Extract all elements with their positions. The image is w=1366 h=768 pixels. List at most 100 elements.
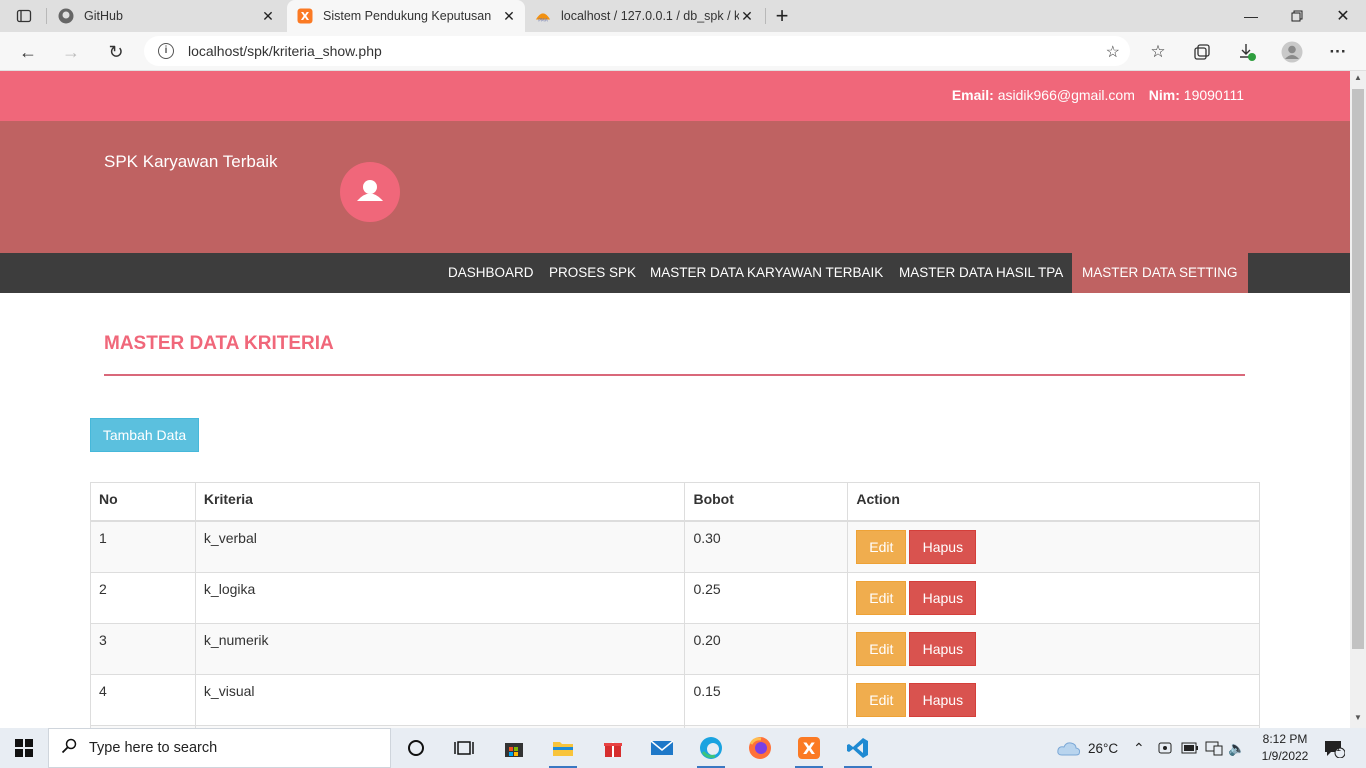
store-icon[interactable]: [490, 728, 538, 768]
forward-icon[interactable]: →: [58, 39, 84, 65]
cell-no: 1: [90, 520, 196, 573]
restore-button[interactable]: [1274, 0, 1320, 32]
tab-title: GitHub: [84, 9, 123, 23]
close-window-button[interactable]: ✕: [1320, 0, 1366, 32]
new-tab-button[interactable]: +: [759, 0, 805, 32]
favorites-icon[interactable]: ☆: [1145, 39, 1171, 65]
nav-dashboard[interactable]: DASHBOARD: [438, 253, 544, 293]
xampp-icon[interactable]: X: [785, 728, 833, 768]
tab-github[interactable]: GitHub ✕: [48, 0, 284, 32]
page-scrollbar[interactable]: ▲ ▼: [1350, 71, 1366, 728]
xampp-icon: X: [297, 8, 313, 24]
battery-icon[interactable]: [1181, 728, 1199, 768]
delete-button[interactable]: Hapus: [909, 631, 977, 666]
tab-actions-icon[interactable]: [11, 3, 37, 29]
clock-time: 8:12 PM: [1262, 732, 1308, 746]
task-view-icon[interactable]: [440, 728, 488, 768]
info-icon[interactable]: i: [158, 43, 174, 59]
windows-taskbar: Type here to search X 26°C ⌃ 🔈 8:12 PM 1…: [0, 728, 1366, 768]
page-title: MASTER DATA KRITERIA: [104, 333, 334, 354]
firefox-icon[interactable]: [736, 728, 784, 768]
column-header-no: No: [90, 482, 196, 522]
contact-bar: Email: asidik966@gmail.com Nim: 19090111: [0, 71, 1350, 121]
tab-sistem-pendukung[interactable]: X Sistem Pendukung Keputusan ✕: [287, 0, 525, 32]
vscode-icon[interactable]: [834, 728, 882, 768]
page-viewport: Email: asidik966@gmail.com Nim: 19090111…: [0, 71, 1350, 728]
taskbar-clock[interactable]: 8:12 PM 1/9/2022: [1250, 731, 1320, 765]
delete-button[interactable]: Hapus: [909, 529, 977, 564]
github-icon: [58, 8, 74, 24]
url-text: localhost/spk/kriteria_show.php: [188, 43, 382, 59]
nav-master-data-hasil-tpa[interactable]: MASTER DATA HASIL TPA: [889, 253, 1073, 293]
file-explorer-icon[interactable]: [539, 728, 587, 768]
column-header-kriteria: Kriteria: [194, 482, 686, 522]
cortana-icon[interactable]: [392, 728, 440, 768]
network-icon[interactable]: [1205, 728, 1223, 768]
table-row: 4 k_visual 0.15 Edit Hapus: [90, 673, 1260, 726]
site-header: SPK Karyawan Terbaik: [0, 121, 1350, 253]
kriteria-table: No Kriteria Bobot Action 1 k_verbal 0.30…: [90, 482, 1260, 728]
email-label: Email:: [951, 87, 994, 103]
back-icon[interactable]: ←: [15, 39, 41, 65]
nav-master-data-setting[interactable]: MASTER DATA SETTING: [1072, 253, 1248, 293]
user-avatar: [340, 162, 400, 222]
mail-icon[interactable]: [638, 728, 686, 768]
user-icon: [357, 180, 383, 201]
edge-icon[interactable]: [687, 728, 735, 768]
profile-avatar[interactable]: [1279, 39, 1305, 65]
nim-label: Nim:: [1148, 87, 1180, 103]
search-placeholder: Type here to search: [89, 740, 218, 756]
table-header-row: No Kriteria Bobot Action: [90, 482, 1260, 522]
cell-action: Edit Hapus: [847, 520, 1260, 573]
cell-action: Edit Hapus: [847, 673, 1260, 726]
refresh-icon[interactable]: ↻: [103, 39, 129, 65]
site-brand[interactable]: SPK Karyawan Terbaik: [104, 152, 278, 172]
minimize-button[interactable]: —: [1228, 0, 1274, 32]
volume-icon[interactable]: 🔈: [1228, 728, 1245, 768]
temperature-text: 26°C: [1088, 740, 1119, 756]
edit-button[interactable]: Edit: [856, 631, 907, 666]
scrollbar-thumb[interactable]: [1352, 89, 1364, 649]
tab-phpmyadmin[interactable]: PMA localhost / 127.0.0.1 / db_spk / k ✕: [527, 0, 763, 32]
svg-text:X: X: [803, 739, 816, 758]
phpmyadmin-icon: PMA: [535, 8, 551, 24]
downloads-icon[interactable]: [1234, 39, 1260, 65]
weather-widget[interactable]: 26°C: [1056, 728, 1118, 768]
close-icon[interactable]: ✕: [739, 8, 755, 24]
close-icon[interactable]: ✕: [260, 8, 276, 24]
browser-tab-bar: GitHub ✕ X Sistem Pendukung Keputusan ✕ …: [0, 0, 1366, 32]
notification-center-icon[interactable]: 1: [1323, 728, 1345, 768]
scroll-up-icon[interactable]: ▲: [1350, 73, 1366, 87]
column-header-action: Action: [847, 482, 1260, 522]
nav-proses-spk[interactable]: PROSES SPK: [539, 253, 646, 293]
edit-button[interactable]: Edit: [856, 529, 907, 564]
taskbar-search[interactable]: Type here to search: [48, 728, 391, 768]
email-value: asidik966@gmail.com: [997, 87, 1135, 103]
url-field[interactable]: i localhost/spk/kriteria_show.php ☆: [144, 36, 1130, 66]
meet-now-icon[interactable]: [1157, 728, 1173, 768]
delete-button[interactable]: Hapus: [909, 682, 977, 717]
cell-bobot: 0.25: [684, 571, 849, 624]
edit-button[interactable]: Edit: [856, 682, 907, 717]
scroll-down-icon[interactable]: ▼: [1350, 713, 1366, 727]
show-hidden-icons-icon[interactable]: ⌃: [1133, 728, 1145, 768]
nav-master-data-karyawan[interactable]: MASTER DATA KARYAWAN TERBAIK: [640, 253, 893, 293]
add-favorite-icon[interactable]: ☆: [1106, 42, 1120, 62]
tab-title: Sistem Pendukung Keputusan: [323, 9, 492, 23]
windows-icon: [15, 739, 33, 757]
start-button[interactable]: [0, 728, 48, 768]
table-row: 2 k_logika 0.25 Edit Hapus: [90, 571, 1260, 624]
gift-app-icon[interactable]: [589, 728, 637, 768]
add-data-button[interactable]: Tambah Data: [90, 418, 199, 452]
cell-no: 4: [90, 673, 196, 726]
close-icon[interactable]: ✕: [501, 8, 517, 24]
cell-action: Edit Hapus: [847, 571, 1260, 624]
more-menu-icon[interactable]: ···: [1325, 39, 1351, 65]
cell-bobot: 0.15: [684, 673, 849, 726]
column-header-bobot: Bobot: [684, 482, 849, 522]
collections-icon[interactable]: [1189, 39, 1215, 65]
delete-button[interactable]: Hapus: [909, 580, 977, 615]
edit-button[interactable]: Edit: [856, 580, 907, 615]
address-toolbar: ← → ↻ i localhost/spk/kriteria_show.php …: [0, 32, 1366, 71]
notification-count: 1: [1336, 743, 1342, 753]
